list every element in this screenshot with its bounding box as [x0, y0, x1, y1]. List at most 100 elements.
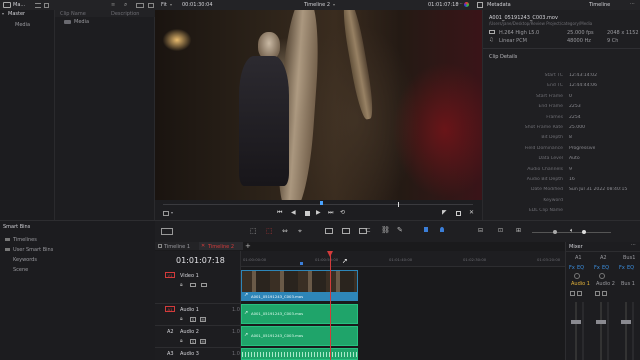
flag-icon[interactable]	[424, 227, 428, 232]
options-icon[interactable]: ⋯	[458, 1, 463, 7]
smart-bin-item[interactable]: Scene	[13, 267, 28, 273]
timeline-dropdown-icon[interactable]: ▾	[333, 2, 335, 7]
stop-icon[interactable]	[305, 210, 310, 216]
metadata-value[interactable]: 12:44:44:06	[569, 83, 597, 88]
audio-track-name[interactable]: Audio 2	[180, 329, 199, 335]
zoom-fit-icon[interactable]: ⊡	[498, 227, 503, 234]
close-icon[interactable]: ✕	[469, 209, 474, 216]
fader-track-a2[interactable]	[600, 302, 602, 360]
pan-knob[interactable]	[599, 273, 605, 279]
jump-start-icon[interactable]: ⏮	[277, 209, 282, 217]
record-button[interactable]	[595, 291, 600, 296]
pan-knob[interactable]	[574, 273, 580, 279]
add-tab-icon[interactable]: +	[245, 242, 251, 250]
dynamic-trim-icon[interactable]: ⇔	[282, 227, 288, 235]
fx-button[interactable]: Fx	[594, 265, 600, 271]
timeline-playhead[interactable]	[330, 251, 331, 360]
playhead-handle[interactable]	[327, 251, 333, 257]
fader-track-bus1[interactable]	[625, 302, 627, 360]
metadata-value[interactable]: Progressive	[569, 146, 595, 151]
layout-icon[interactable]	[161, 228, 173, 235]
audio-clip-1[interactable]: ↗ A001_05191243_C003.mov	[241, 304, 358, 324]
solo-button[interactable]	[577, 291, 582, 296]
grid-view-icon[interactable]	[44, 2, 49, 8]
audio-track-name[interactable]: Audio 1	[180, 307, 199, 313]
v1-destination[interactable]: V1	[165, 272, 175, 278]
col-description[interactable]: Description	[111, 11, 139, 17]
audio-clip-2[interactable]: ↗ A001_05191243_C003.mov	[241, 326, 358, 346]
insert-clip-icon[interactable]	[325, 228, 333, 234]
media-bin[interactable]: Media	[15, 22, 30, 28]
scrubber-track[interactable]	[163, 204, 473, 205]
viewer-zoom[interactable]: Fit	[161, 2, 167, 8]
timeline-timecode[interactable]: 01:01:07:18	[428, 2, 459, 8]
fader-track-a1[interactable]	[575, 302, 577, 360]
mark-in-icon[interactable]: ◤	[442, 209, 447, 216]
smart-bin-item[interactable]: Timelines	[13, 237, 37, 243]
a3-destination[interactable]: A3	[167, 351, 174, 357]
safe-area-icon[interactable]	[163, 211, 169, 216]
marker-blue[interactable]	[300, 262, 303, 265]
metadata-value[interactable]: 16	[569, 177, 575, 182]
fader-a1[interactable]	[571, 320, 581, 324]
eq-button[interactable]: EQ	[627, 265, 634, 271]
metadata-value[interactable]: 12:43:14:02	[569, 73, 597, 78]
viewer[interactable]	[155, 10, 482, 200]
lock-icon[interactable]: 🔒︎	[180, 282, 183, 288]
metadata-options-icon[interactable]: ⋯	[630, 1, 635, 7]
video-track-name[interactable]: Video 1	[180, 273, 199, 279]
split-view-icon[interactable]	[148, 2, 154, 8]
video-clip[interactable]: ↗ A001_05191243_C003.mov	[241, 270, 358, 301]
clip-details-heading[interactable]: Clip Details	[489, 54, 517, 60]
volume-icon[interactable]: 🔈︎	[570, 227, 574, 235]
link-icon[interactable]: ⛓	[381, 226, 390, 234]
mixer-options-icon[interactable]: ⋯	[631, 242, 636, 248]
metadata-icon[interactable]	[477, 2, 483, 8]
metadata-value[interactable]: 9	[569, 167, 572, 172]
fx-button[interactable]: Fx	[569, 265, 575, 271]
zoom-slider-handle[interactable]	[553, 230, 557, 234]
snapping-icon[interactable]: ⊂	[365, 226, 371, 234]
metadata-value[interactable]: Auto	[569, 156, 580, 161]
lock-icon[interactable]: 🔒︎	[180, 338, 183, 344]
mute-button[interactable]: M	[200, 339, 206, 344]
metadata-context[interactable]: Timeline	[589, 2, 610, 8]
smart-bin-item[interactable]: User Smart Bins	[13, 247, 53, 253]
col-clip-name[interactable]: Clip Name	[60, 11, 86, 17]
record-button[interactable]	[570, 291, 575, 296]
auto-select-icon[interactable]	[190, 283, 196, 287]
marker-icon[interactable]	[440, 227, 444, 232]
monitor-icon[interactable]	[201, 283, 207, 287]
metadata-value[interactable]: 0	[569, 94, 572, 99]
lock-icon[interactable]: 🔒︎	[180, 316, 183, 322]
close-icon[interactable]: ✕	[201, 243, 205, 249]
out-marker[interactable]	[398, 202, 399, 207]
timeline-ruler[interactable]: 01:00:00:00 01:00:50:00 01:01:40:00 01:0…	[241, 251, 565, 267]
chevron-down-icon[interactable]: ▾	[2, 11, 4, 16]
eq-button[interactable]: EQ	[602, 265, 609, 271]
solo-button[interactable]: S	[190, 317, 196, 322]
media-folder[interactable]: Media	[74, 19, 89, 25]
metadata-value[interactable]: 8	[569, 135, 572, 140]
zoom-out-icon[interactable]: ⊟	[478, 227, 483, 234]
list-view-icon[interactable]	[35, 2, 41, 8]
viewer-toggle-icon[interactable]	[136, 2, 144, 8]
a2-destination[interactable]: A2	[167, 329, 174, 335]
eq-button[interactable]: EQ	[577, 265, 584, 271]
mark-out-icon[interactable]	[456, 210, 461, 216]
solo-button[interactable]	[602, 291, 607, 296]
blade-icon[interactable]: ⌖	[298, 227, 302, 236]
solo-button[interactable]: S	[190, 339, 196, 344]
volume-slider-handle[interactable]	[582, 230, 586, 234]
selection-icon[interactable]: ⬚	[250, 227, 257, 235]
smart-bin-item[interactable]: Keywords	[13, 257, 37, 263]
search-icon[interactable]: ⌕	[124, 1, 127, 9]
fader-bus1[interactable]	[621, 320, 631, 324]
master-bin[interactable]: Master	[8, 11, 25, 17]
fx-button[interactable]: Fx	[619, 265, 625, 271]
audio-clip-3[interactable]	[241, 348, 358, 360]
source-timecode[interactable]: 00:01:30:04	[182, 2, 213, 8]
audio-track-name[interactable]: Audio 3	[180, 351, 199, 357]
metadata-value[interactable]: 25.000	[569, 125, 585, 130]
chevron-down-icon[interactable]: ▾	[171, 210, 173, 215]
